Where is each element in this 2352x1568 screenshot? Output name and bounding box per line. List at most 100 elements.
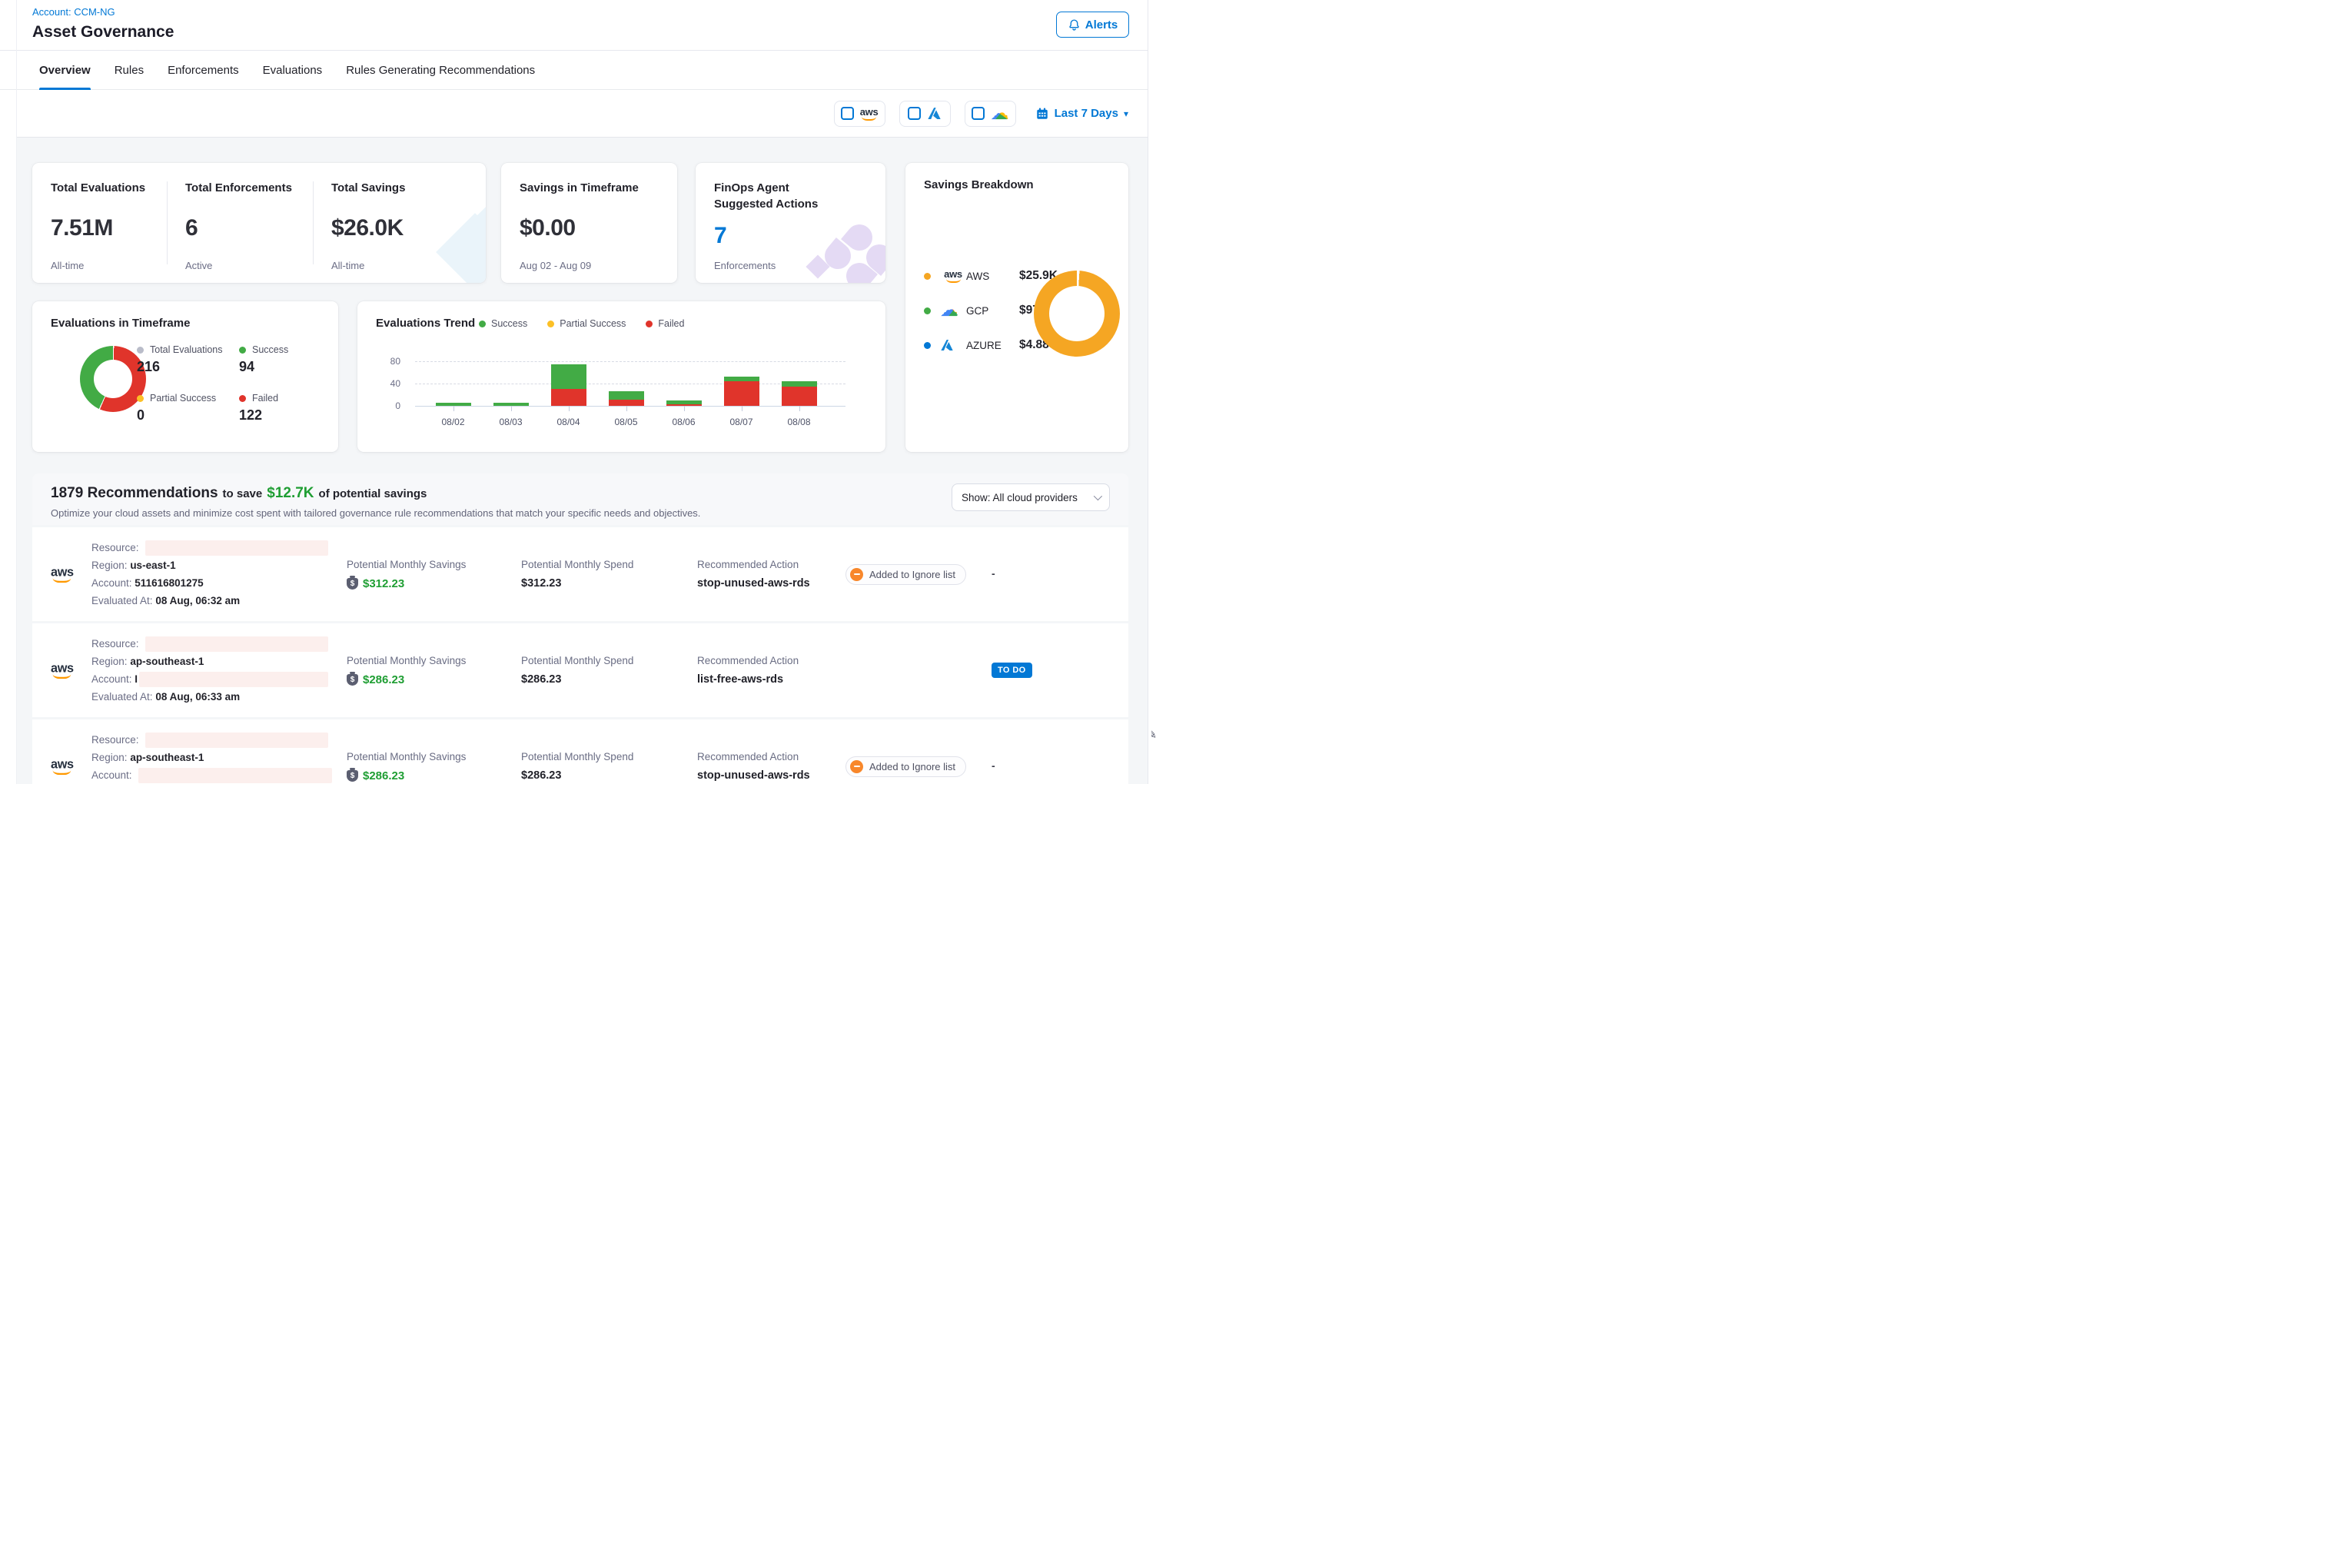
monthly-savings-value: $312.23 [363, 577, 404, 590]
trend-x-label: 08/04 [556, 417, 580, 427]
right-side-panel: ✎ [1148, 0, 1176, 784]
failed-count: 122 [239, 407, 288, 424]
status-dash: - [992, 567, 995, 580]
cloud-provider-filter-value: Show: All cloud providers [962, 492, 1078, 503]
left-gutter-divider [16, 0, 17, 784]
gcp-legend-dot [924, 307, 931, 314]
region-value: us-east-1 [130, 560, 175, 571]
account-breadcrumb-link[interactable]: Account: CCM-NG [32, 6, 115, 18]
finops-agent-title: FinOps Agent Suggested Actions [714, 180, 845, 212]
evaluations-in-timeframe-card: Evaluations in Timeframe Total Evaluatio… [32, 301, 338, 452]
recommendation-row[interactable]: aws Resource: Region: ap-southeast-1 Acc… [32, 623, 1128, 717]
legend-item-total-evaluations: Total Evaluations 216 [137, 344, 239, 375]
recommended-action-value: stop-unused-aws-rds [697, 577, 845, 590]
trend-x-label: 08/03 [499, 417, 522, 427]
page-title: Asset Governance [32, 23, 174, 42]
partial-success-count: 0 [137, 407, 239, 424]
legend-item-azure: AZURE $4.88 [924, 338, 1058, 352]
monthly-savings-value: $286.23 [363, 673, 404, 686]
trend-bar-08/06[interactable]: 08/06 [655, 361, 713, 406]
alerts-button[interactable]: Alerts [1056, 12, 1129, 38]
recommendations-subtitle: Optimize your cloud assets and minimize … [51, 507, 700, 519]
trend-x-label: 08/07 [729, 417, 752, 427]
savings-breakdown-card: Savings Breakdown aws AWS $25.9K ☁ GCP $… [905, 163, 1128, 452]
success-count: 94 [239, 359, 288, 375]
added-to-ignore-list-pill[interactable]: Added to Ignore list [845, 564, 966, 585]
total-enforcements-caption: Active [185, 260, 313, 271]
aws-logo-icon: aws [51, 758, 74, 776]
tab-bar: Overview Rules Enforcements Evaluations … [0, 51, 1148, 90]
money-bag-icon [347, 770, 358, 782]
evaluated-at-value: 08 Aug, 06:33 am [155, 691, 240, 703]
redacted-account [138, 768, 332, 783]
tab-rules-generating-recommendations[interactable]: Rules Generating Recommendations [346, 51, 535, 90]
aws-checkbox[interactable] [841, 107, 854, 120]
recommendations-suffix-text: of potential savings [319, 487, 427, 500]
failed-dot [239, 395, 246, 402]
chevron-down-icon [1094, 492, 1102, 500]
provider-filter-aws[interactable]: aws [834, 101, 885, 127]
added-to-ignore-list-pill[interactable]: Added to Ignore list [845, 756, 966, 777]
total-evaluations-caption: All-time [51, 260, 167, 271]
azure-checkbox[interactable] [908, 107, 921, 120]
gcp-logo-icon: ☁ [991, 105, 1009, 123]
provider-filter-gcp[interactable]: ☁ [965, 101, 1016, 127]
redacted-resource [145, 540, 328, 556]
trend-bar-chart[interactable]: 08/0208/0308/0408/0508/0608/0708/08 [415, 361, 845, 406]
status-dash: - [992, 759, 995, 772]
trend-bar-08/07[interactable]: 08/07 [713, 361, 770, 406]
provider-filter-azure[interactable] [899, 101, 951, 127]
monthly-spend-value: $312.23 [521, 577, 697, 590]
gcp-logo-icon: ☁ [940, 301, 966, 320]
money-bag-icon [347, 674, 358, 686]
trend-bar-08/08[interactable]: 08/08 [770, 361, 828, 406]
gcp-checkbox[interactable] [972, 107, 985, 120]
azure-legend-label: AZURE [966, 340, 1019, 351]
page-header: Account: CCM-NG Asset Governance Alerts [0, 0, 1148, 51]
tab-evaluations[interactable]: Evaluations [263, 51, 323, 90]
total-savings-caption: All-time [331, 260, 486, 271]
bell-icon [1068, 18, 1081, 32]
recommendation-row[interactable]: aws Resource: Region: ap-southeast-1 Acc… [32, 719, 1128, 784]
minus-circle-icon [850, 760, 863, 773]
trend-bar-08/04[interactable]: 08/04 [540, 361, 597, 406]
aws-logo-icon: aws [51, 566, 74, 583]
kpi-summary-card: Total Evaluations 7.51M All-time Total E… [32, 163, 486, 283]
legend-item-partial-success: Partial Success 0 [137, 393, 239, 424]
alerts-label: Alerts [1085, 18, 1118, 32]
trend-bar-08/03[interactable]: 08/03 [482, 361, 540, 406]
total-evaluations-value: 7.51M [51, 215, 167, 241]
gcp-legend-label: GCP [966, 305, 1019, 317]
redacted-account [139, 672, 328, 687]
evaluated-at-value: 08 Aug, 06:32 am [155, 595, 240, 606]
savings-breakdown-donut-chart[interactable] [1034, 271, 1120, 357]
total-evaluations-dot [137, 347, 144, 354]
potential-savings-total: $12.7K [267, 485, 314, 502]
total-savings-title: Total Savings [331, 181, 486, 194]
minus-circle-icon [850, 568, 863, 581]
monthly-savings-value: $286.23 [363, 769, 404, 782]
aws-logo-icon: aws [940, 269, 966, 283]
trend-bar-08/02[interactable]: 08/02 [424, 361, 482, 406]
finops-agent-card: FinOps Agent Suggested Actions 7 Enforce… [696, 163, 885, 283]
tab-rules[interactable]: Rules [115, 51, 144, 90]
legend-item-failed: Failed 122 [239, 393, 288, 424]
trend-bar-08/05[interactable]: 08/05 [597, 361, 655, 406]
total-enforcements-title: Total Enforcements [185, 181, 313, 194]
aws-logo-icon: aws [860, 107, 879, 121]
cloud-provider-filter-select[interactable]: Show: All cloud providers [952, 483, 1110, 511]
recommendation-row[interactable]: aws Resource: Region: us-east-1 Account:… [32, 527, 1128, 621]
legend-item-success: Success 94 [239, 344, 288, 375]
todo-status-badge: TO DO [992, 663, 1032, 678]
asset-governance-page: Account: CCM-NG Asset Governance Alerts … [0, 0, 1176, 784]
recommendations-header: 1879 Recommendations to save $12.7K of p… [32, 473, 1128, 525]
tab-overview[interactable]: Overview [39, 51, 91, 90]
aws-legend-label: AWS [966, 271, 1019, 282]
monthly-spend-value: $286.23 [521, 673, 697, 686]
savings-in-timeframe-card: Savings in Timeframe $0.00 Aug 02 - Aug … [501, 163, 677, 283]
tab-enforcements[interactable]: Enforcements [168, 51, 239, 90]
date-range-dropdown[interactable]: Last 7 Days ▾ [1035, 107, 1128, 121]
aws-legend-dot [924, 273, 931, 280]
pencil-icon[interactable]: ✎ [1151, 727, 1162, 746]
region-value: ap-southeast-1 [130, 656, 204, 667]
